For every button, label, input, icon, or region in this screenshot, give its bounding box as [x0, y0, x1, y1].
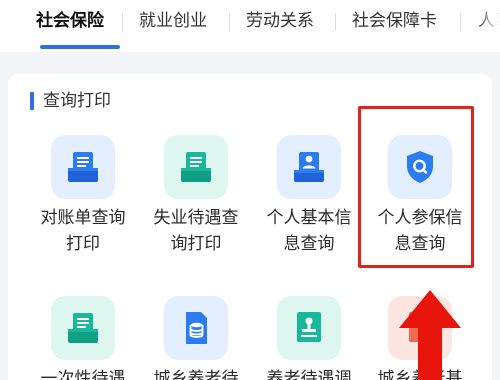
- section-marker: [30, 92, 34, 110]
- document-coins-icon: [186, 312, 207, 344]
- person-card-icon: [294, 152, 324, 182]
- tab-employment[interactable]: 就业创业: [139, 9, 207, 33]
- service-label-line2: 打印: [66, 234, 100, 254]
- service-label-line2: 息查询: [283, 234, 335, 254]
- printer-icon: [181, 152, 211, 182]
- service-label: 养老待遇调: [259, 366, 359, 380]
- service-label-line1: 失业待遇查: [153, 208, 239, 228]
- service-label-line1: 一次性待遇: [40, 369, 126, 380]
- tab-divider: [229, 13, 230, 31]
- service-label: 一次性待遇: [33, 366, 133, 380]
- app-screen: 社会保险 就业创业 劳动关系 社会保障卡 人事 查询打印 对账单查询 打印: [0, 0, 500, 380]
- tab-divider: [122, 13, 123, 31]
- service-label-line1: 对账单查询: [40, 208, 126, 228]
- tab-social-insurance[interactable]: 社会保险: [36, 9, 104, 33]
- tab-labor-relations[interactable]: 劳动关系: [246, 9, 314, 33]
- service-tile: [51, 135, 115, 199]
- service-label-line1: 个人基本信: [266, 208, 352, 228]
- service-label: 失业待遇查 询打印: [146, 205, 246, 257]
- service-label: 城乡养老待: [146, 366, 246, 380]
- service-label: 对账单查询 打印: [33, 205, 133, 257]
- printer-icon: [68, 152, 98, 182]
- service-tile: [277, 135, 341, 199]
- tab-social-security-card[interactable]: 社会保障卡: [352, 9, 437, 33]
- service-tile: [277, 296, 341, 360]
- arrow-up-icon: [399, 290, 461, 380]
- service-label-line2: 询打印: [170, 234, 222, 254]
- service-label-line1: 养老待遇调: [266, 369, 352, 380]
- highlight-box: [358, 106, 474, 268]
- active-tab-indicator: [40, 45, 120, 49]
- document-stamp-icon: [297, 312, 321, 342]
- section-title: 查询打印: [43, 91, 111, 111]
- tab-scroll-fade: [476, 0, 500, 52]
- top-tab-bar: 社会保险 就业创业 劳动关系 社会保障卡 人事: [0, 0, 500, 52]
- printer-icon: [68, 313, 98, 343]
- service-label-line1: 城乡养老待: [153, 369, 239, 380]
- tab-divider: [335, 13, 336, 31]
- service-label: 个人基本信 息查询: [259, 205, 359, 257]
- tab-divider: [460, 13, 461, 31]
- service-tile: [164, 296, 228, 360]
- service-tile: [51, 296, 115, 360]
- service-tile: [164, 135, 228, 199]
